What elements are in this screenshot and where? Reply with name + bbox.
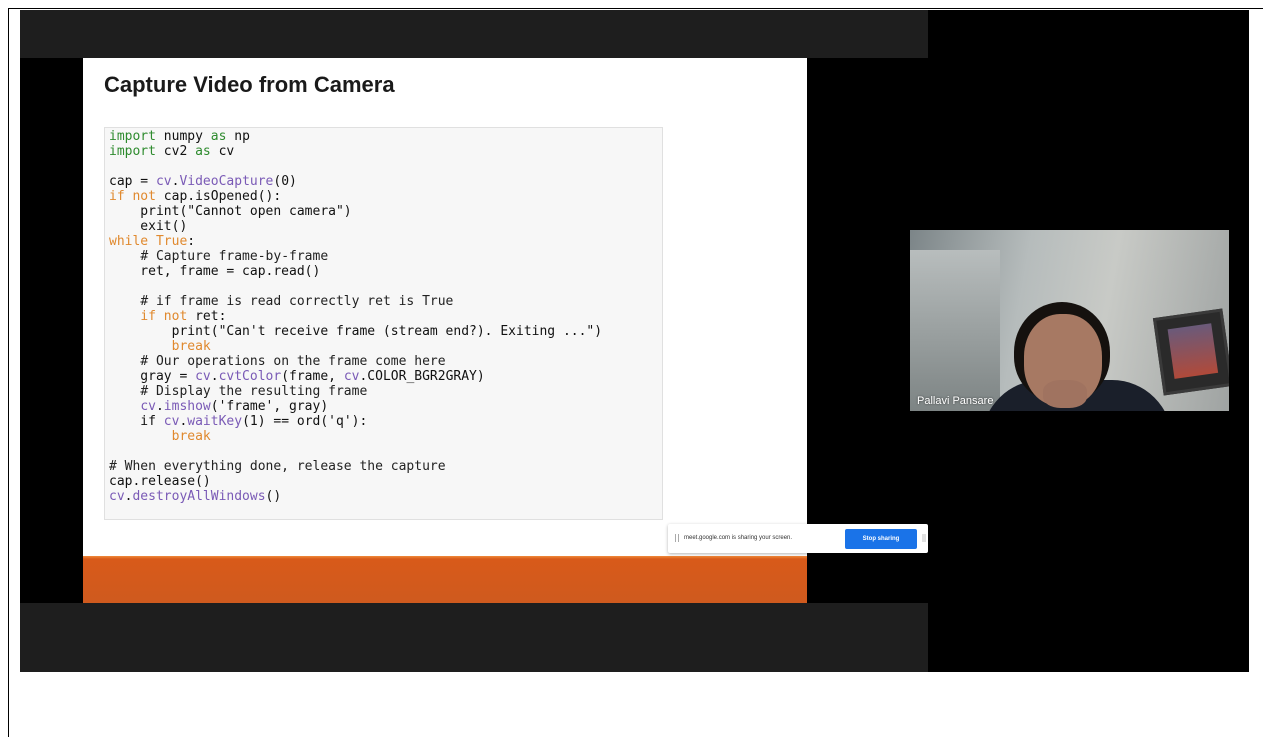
code-line: gray = cv.cvtColor(frame, cv.COLOR_BGR2G…: [109, 369, 485, 384]
code-line: break: [171, 339, 211, 354]
code-line: if cv.waitKey(1) == ord('q'):: [109, 414, 368, 429]
code-line: ​: [109, 159, 662, 174]
screen-share-stage: Capture Video from Camera import numpy a…: [20, 10, 928, 672]
slide-footer-band: [83, 556, 807, 603]
code-line: if not ret:: [140, 309, 227, 324]
video-wall-picture: [1152, 308, 1229, 396]
code-line: import numpy as np: [109, 129, 250, 144]
code-line: print("Cannot open camera"): [109, 204, 352, 219]
code-line: cap = cv.VideoCapture(0): [109, 174, 297, 189]
code-line: # if frame is read correctly ret is True: [140, 294, 454, 309]
code-line: cv.imshow('frame', gray): [140, 399, 329, 414]
video-door: [910, 250, 1000, 411]
code-line: ​: [109, 444, 662, 459]
window-border-left: [8, 8, 9, 737]
code-line: exit(): [109, 219, 188, 234]
screen-share-notification-bar: meet.google.com is sharing your screen. …: [668, 524, 928, 553]
code-line: print("Can't receive frame (stream end?)…: [109, 324, 603, 339]
code-line: cv.destroyAllWindows(): [109, 489, 282, 504]
window-border-top: [8, 8, 1263, 9]
code-line: break: [171, 429, 211, 444]
code-line: if not cap.isOpened():: [109, 189, 282, 204]
presentation-slide: Capture Video from Camera import numpy a…: [83, 58, 807, 603]
code-line: while True:: [109, 234, 196, 249]
code-line: ​: [109, 279, 662, 294]
code-line: import cv2 as cv: [109, 144, 235, 159]
drag-handle-icon[interactable]: [675, 534, 679, 542]
hide-notification-button[interactable]: [922, 534, 926, 542]
slide-title: Capture Video from Camera: [104, 72, 395, 97]
code-line: # Capture frame-by-frame: [140, 249, 329, 264]
code-line: # Our operations on the frame come here: [140, 354, 446, 369]
stop-sharing-button[interactable]: Stop sharing: [845, 529, 917, 549]
screen-share-message: meet.google.com is sharing your screen.: [684, 535, 793, 541]
code-line: cap.release(): [109, 474, 211, 489]
participant-video-tile[interactable]: Pallavi Pansare: [910, 230, 1229, 411]
code-line: # When everything done, release the capt…: [109, 459, 446, 474]
code-line: # Display the resulting frame: [140, 384, 368, 399]
participant-name-label: Pallavi Pansare: [917, 395, 994, 407]
code-block: import numpy as npimport cv2 as cv​cap =…: [104, 127, 663, 520]
code-line: ret, frame = cap.read(): [109, 264, 321, 279]
video-person-hands: [1043, 380, 1087, 408]
